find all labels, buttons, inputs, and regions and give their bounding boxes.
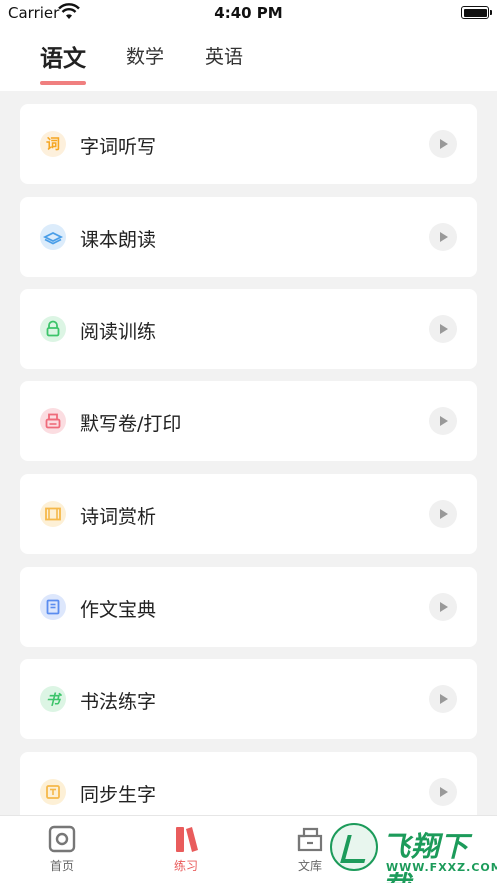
practice-icon bbox=[176, 827, 198, 852]
subject-tabs: 语文 数学 英语 bbox=[0, 26, 497, 91]
list-item-label: 同步生字 bbox=[80, 784, 157, 806]
list-item-composition-guide[interactable]: 作文宝典 bbox=[20, 567, 477, 647]
play-arrow-icon[interactable] bbox=[429, 500, 457, 528]
list-item-label: 书法练字 bbox=[80, 691, 157, 713]
play-arrow-icon[interactable] bbox=[429, 407, 457, 435]
list-item-label: 诗词赏析 bbox=[80, 506, 157, 528]
tab-math[interactable]: 数学 bbox=[126, 42, 164, 69]
status-bar: Carrier 4:40 PM bbox=[0, 0, 497, 26]
list-item-dictation[interactable]: 词 字词听写 bbox=[20, 104, 477, 184]
tab-chinese[interactable]: 语文 bbox=[40, 39, 86, 73]
home-icon bbox=[48, 825, 76, 853]
notebook-icon bbox=[40, 594, 66, 620]
play-arrow-icon[interactable] bbox=[429, 778, 457, 806]
list-item-dictation-print[interactable]: 默写卷/打印 bbox=[20, 381, 477, 461]
book-layers-icon bbox=[40, 224, 66, 250]
watermark-url: WWW.FXXZ.COM bbox=[386, 861, 497, 874]
nav-home[interactable]: 首页 bbox=[32, 824, 92, 874]
play-arrow-icon[interactable] bbox=[429, 593, 457, 621]
svg-text:书: 书 bbox=[46, 693, 63, 709]
list-item-calligraphy[interactable]: 书 书法练字 bbox=[20, 659, 477, 739]
library-icon bbox=[297, 827, 323, 852]
watermark-emblem-icon bbox=[330, 823, 378, 871]
battery-icon bbox=[461, 6, 492, 19]
list-item-label: 课本朗读 bbox=[80, 229, 157, 251]
clock: 4:40 PM bbox=[214, 4, 283, 22]
play-arrow-icon[interactable] bbox=[429, 223, 457, 251]
list-item-label: 默写卷/打印 bbox=[80, 413, 182, 435]
list-item-label: 字词听写 bbox=[80, 136, 157, 158]
lock-icon bbox=[40, 316, 66, 342]
text-box-icon bbox=[40, 779, 66, 805]
play-arrow-icon[interactable] bbox=[429, 130, 457, 158]
nav-label: 首页 bbox=[49, 859, 74, 873]
calligraphy-icon: 书 bbox=[40, 686, 66, 712]
play-arrow-icon[interactable] bbox=[429, 315, 457, 343]
scroll-icon bbox=[40, 501, 66, 527]
svg-text:词: 词 bbox=[46, 137, 60, 153]
nav-label: 练习 bbox=[173, 859, 198, 873]
tab-english[interactable]: 英语 bbox=[205, 42, 243, 69]
play-arrow-icon[interactable] bbox=[429, 685, 457, 713]
list-item-label: 作文宝典 bbox=[80, 599, 157, 621]
nav-practice[interactable]: 练习 bbox=[156, 824, 216, 874]
list-item-reading-training[interactable]: 阅读训练 bbox=[20, 289, 477, 369]
list-item-poetry-appreciation[interactable]: 诗词赏析 bbox=[20, 474, 477, 554]
list-item-textbook-reading[interactable]: 课本朗读 bbox=[20, 197, 477, 277]
ci-char-icon: 词 bbox=[40, 131, 66, 157]
active-tab-indicator bbox=[40, 81, 86, 85]
watermark-text: 飞翔下载 bbox=[382, 830, 470, 883]
watermark-logo: 飞翔下载 WWW.FXXZ.COM bbox=[330, 823, 497, 883]
printer-icon bbox=[40, 408, 66, 434]
list-item-label: 阅读训练 bbox=[80, 321, 157, 343]
